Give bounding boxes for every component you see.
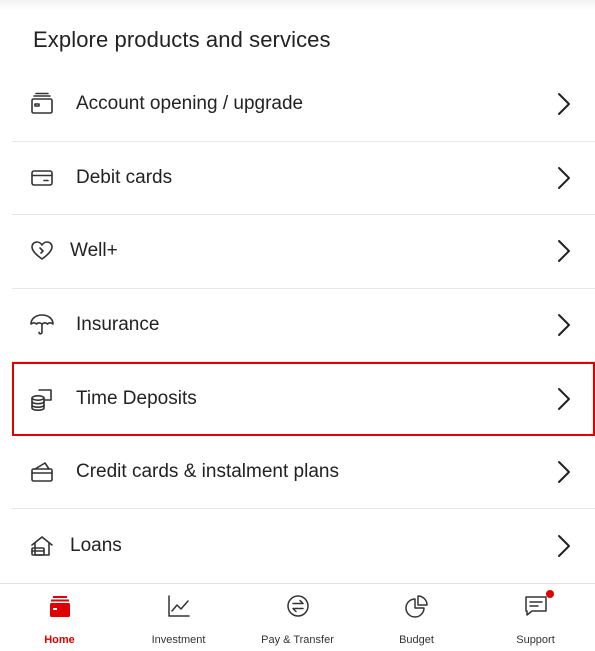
menu-item-insurance[interactable]: Insurance xyxy=(12,289,595,362)
nav-pay-transfer[interactable]: Pay & Transfer xyxy=(238,584,357,651)
menu-item-label: Account opening / upgrade xyxy=(76,93,304,115)
chevron-right-icon xyxy=(555,238,573,264)
wallet-icon xyxy=(29,91,55,117)
section-title: Explore products and services xyxy=(33,27,331,52)
nav-label: Investment xyxy=(151,634,206,646)
chevron-right-icon xyxy=(555,312,573,338)
house-loan-icon xyxy=(29,533,55,559)
menu-item-label: Credit cards & instalment plans xyxy=(76,460,339,482)
nav-label: Home xyxy=(44,634,75,646)
product-menu-list: Account opening / upgrade Debit cards We… xyxy=(12,68,595,583)
menu-item-label: Loans xyxy=(70,534,122,556)
umbrella-icon xyxy=(29,312,55,338)
menu-item-label: Time Deposits xyxy=(76,387,197,409)
transfer-icon xyxy=(285,593,311,619)
home-wallet-icon xyxy=(47,593,73,619)
chevron-right-icon xyxy=(555,91,573,117)
line-chart-icon xyxy=(166,593,192,619)
nav-investment[interactable]: Investment xyxy=(119,584,238,651)
bottom-nav: Home Investment Pay & Transfer Budget Su… xyxy=(0,583,595,651)
nav-label: Budget xyxy=(399,634,434,646)
credit-card-stack-icon xyxy=(29,459,55,485)
menu-item-well-plus[interactable]: Well+ xyxy=(12,215,595,289)
top-strip xyxy=(0,0,595,10)
chevron-right-icon xyxy=(555,165,573,191)
menu-item-label: Well+ xyxy=(70,240,118,262)
nav-support[interactable]: Support xyxy=(476,584,595,651)
chevron-right-icon xyxy=(555,459,573,485)
menu-item-label: Insurance xyxy=(76,313,160,335)
coins-icon xyxy=(29,386,55,412)
nav-label: Pay & Transfer xyxy=(261,634,334,646)
menu-item-time-deposits[interactable]: Time Deposits xyxy=(12,362,595,436)
nav-budget[interactable]: Budget xyxy=(357,584,476,651)
pie-chart-icon xyxy=(404,593,430,619)
menu-item-debit-cards[interactable]: Debit cards xyxy=(12,142,595,215)
notification-badge xyxy=(545,590,554,598)
heart-icon xyxy=(29,238,55,264)
chevron-right-icon xyxy=(555,386,573,412)
menu-item-account-opening[interactable]: Account opening / upgrade xyxy=(12,68,595,142)
card-icon xyxy=(29,165,55,191)
chevron-right-icon xyxy=(555,533,573,559)
menu-item-label: Debit cards xyxy=(76,166,173,188)
menu-item-credit-cards[interactable]: Credit cards & instalment plans xyxy=(12,436,595,509)
chat-icon xyxy=(523,590,554,619)
menu-item-loans[interactable]: Loans xyxy=(12,509,595,583)
nav-home[interactable]: Home xyxy=(0,584,119,651)
nav-label: Support xyxy=(516,634,555,646)
